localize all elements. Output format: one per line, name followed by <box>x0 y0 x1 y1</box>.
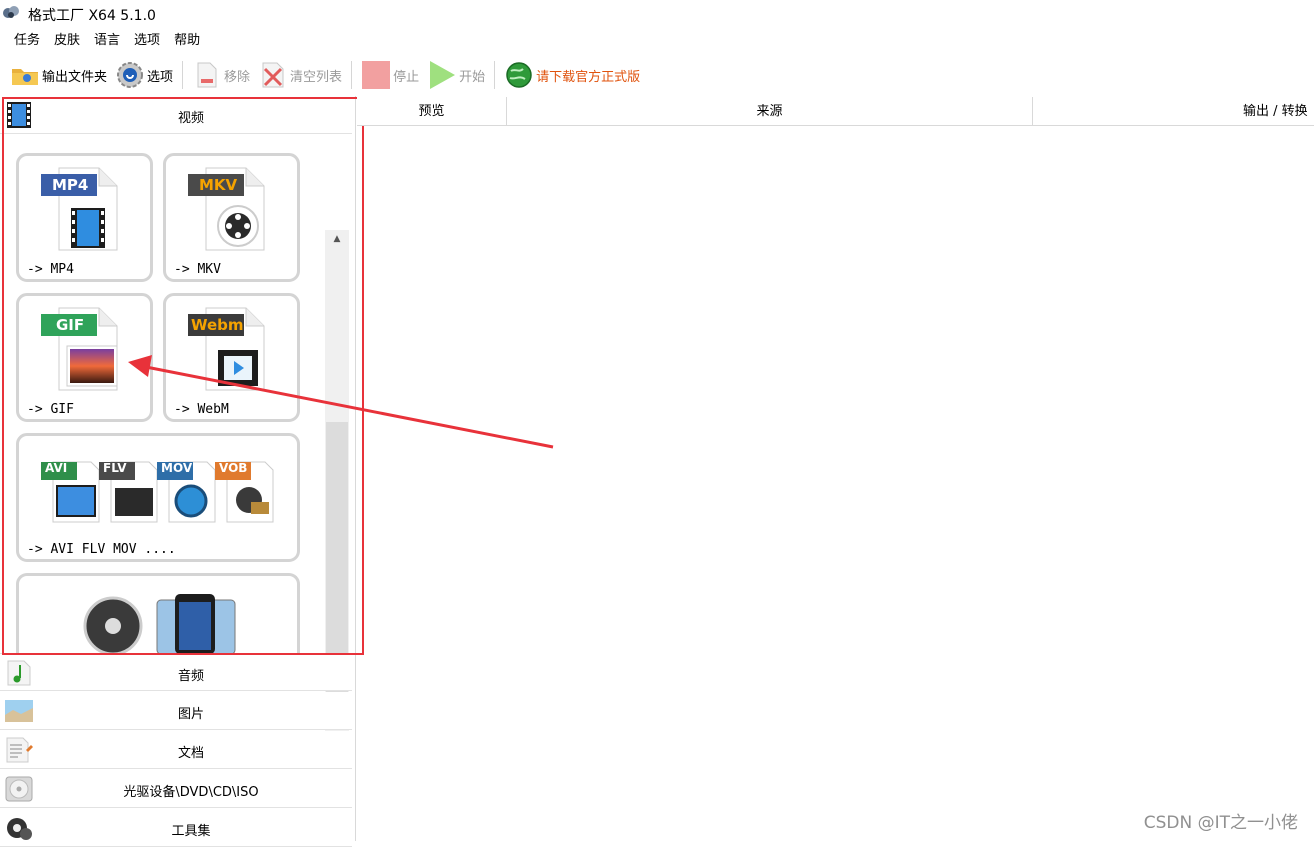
annotation-arrow <box>0 0 1314 841</box>
watermark: CSDN @IT之一小佬 <box>1144 808 1298 833</box>
